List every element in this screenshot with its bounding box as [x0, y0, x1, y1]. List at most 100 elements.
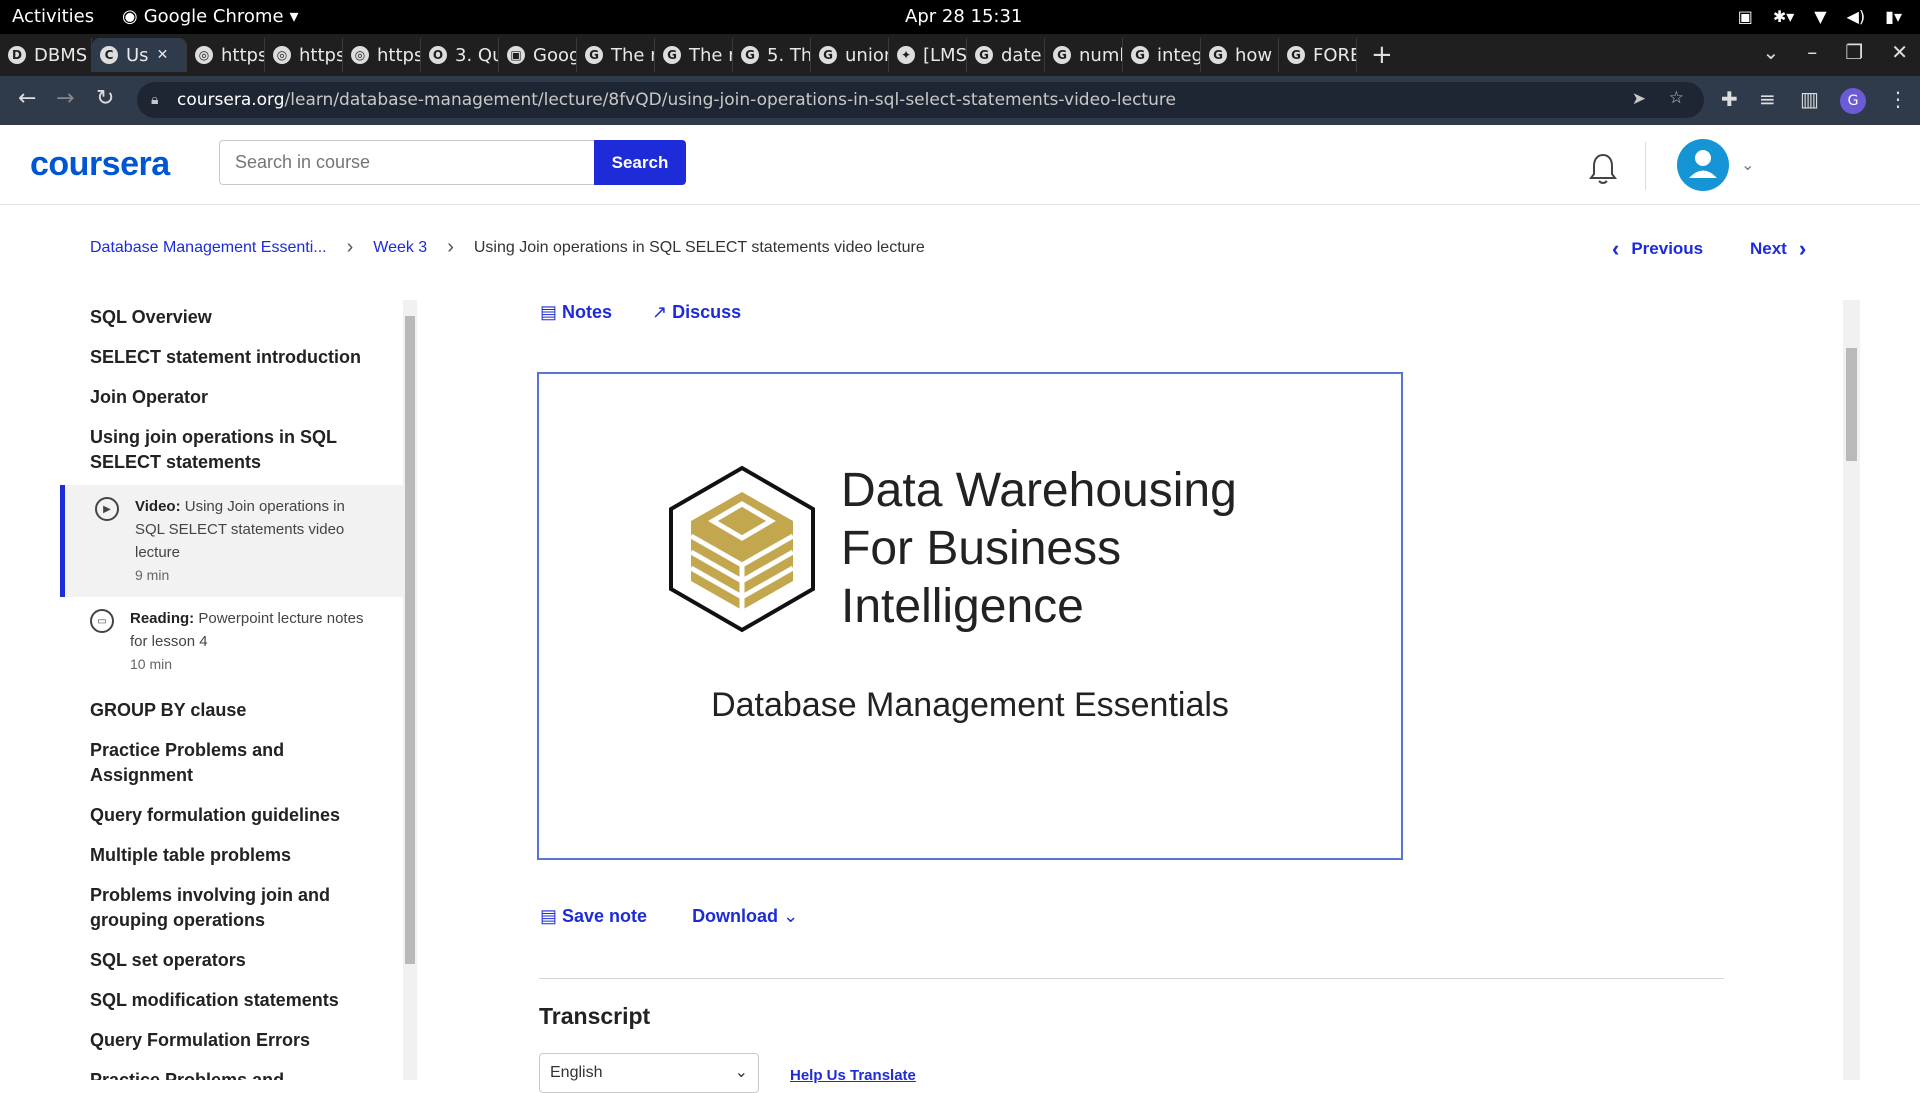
warehouse-logo-icon	[669, 465, 815, 633]
extensions-icon[interactable]: ✚	[1721, 87, 1738, 111]
video-title-line: Data Warehousing	[841, 464, 1237, 517]
chevron-right-icon: ›	[447, 236, 454, 258]
tab-favicon-icon: ✦	[897, 46, 915, 64]
tab-favicon-icon: G	[663, 46, 681, 64]
next-button[interactable]: Next ›	[1750, 236, 1806, 262]
sidebar-item-sql-overview[interactable]: SQL Overview	[60, 305, 403, 330]
search-input[interactable]	[219, 140, 594, 185]
breadcrumb-week[interactable]: Week 3	[373, 239, 427, 257]
tab-favicon-icon: D	[8, 46, 26, 64]
accessibility-icon[interactable]: ✱▾	[1773, 7, 1794, 26]
close-window-icon[interactable]: ✕	[1891, 40, 1908, 64]
sidebar-item-formulation-errors[interactable]: Query Formulation Errors	[60, 1028, 403, 1053]
user-avatar[interactable]	[1677, 139, 1729, 191]
tab-favicon-icon: G	[585, 46, 603, 64]
battery-icon[interactable]: ▮▾	[1885, 7, 1902, 26]
address-bar[interactable]: 🔒︎ coursera.org/learn/database-managemen…	[137, 82, 1704, 118]
chevron-right-icon: ›	[346, 236, 354, 258]
scrollbar-thumb[interactable]	[1846, 348, 1857, 461]
lock-icon[interactable]: 🔒︎	[151, 92, 158, 108]
side-panel-icon[interactable]: ▥	[1800, 87, 1819, 111]
profile-avatar[interactable]: G	[1840, 88, 1866, 114]
language-select[interactable]: English ⌄	[539, 1053, 759, 1093]
tab-label: date	[1001, 44, 1042, 66]
page-scrollbar[interactable]	[1843, 300, 1860, 1080]
activities-button[interactable]: Activities	[12, 6, 94, 27]
browser-tab[interactable]: C Us ✕	[92, 38, 187, 72]
previous-button[interactable]: ‹ Previous	[1612, 236, 1703, 262]
sidebar-item-modification[interactable]: SQL modification statements	[60, 988, 403, 1013]
video-player[interactable]: Data Warehousing For Business Intelligen…	[537, 372, 1403, 860]
sidebar-item-join-grouping[interactable]: Problems involving join and grouping ope…	[60, 883, 350, 933]
search-button[interactable]: Search	[594, 140, 686, 185]
browser-tab[interactable]: G 5. The	[733, 38, 811, 72]
browser-tab[interactable]: ◎ https	[187, 38, 265, 72]
browser-tab[interactable]: ◎ https	[343, 38, 421, 72]
chrome-menu-icon[interactable]: ⋮	[1888, 87, 1908, 111]
tab-label: numb	[1079, 44, 1122, 66]
sidebar-scrollbar[interactable]	[403, 300, 417, 1080]
browser-tab[interactable]: Gdate	[967, 38, 1045, 72]
close-tab-icon[interactable]: ✕	[157, 47, 169, 63]
browser-tab[interactable]: G The n	[655, 38, 733, 72]
download-button[interactable]: Download ⌄	[692, 906, 798, 927]
wifi-icon[interactable]: ▼	[1814, 7, 1826, 26]
volume-icon[interactable]: ◀)	[1847, 7, 1866, 26]
sidebar-item-practice-2[interactable]: Practice Problems and	[60, 1068, 403, 1080]
discuss-button[interactable]: ↗ Discuss	[652, 302, 741, 323]
coursera-logo[interactable]: coursera	[30, 145, 170, 184]
sidebar-item-multiple-table[interactable]: Multiple table problems	[60, 843, 403, 868]
browser-tab[interactable]: G FORE	[1279, 38, 1357, 72]
sidebar-item-query-guidelines[interactable]: Query formulation guidelines	[60, 803, 403, 828]
sidebar-item-join-operator[interactable]: Join Operator	[60, 385, 403, 410]
browser-tab[interactable]: Gnumb	[1045, 38, 1123, 72]
reading-list-icon[interactable]: ≡	[1759, 87, 1776, 111]
app-name: Google Chrome	[143, 6, 284, 27]
browser-tab[interactable]: ▣ Goog	[499, 38, 577, 72]
tab-favicon-icon: G	[819, 46, 837, 64]
bell-icon[interactable]	[1588, 152, 1618, 186]
browser-tab[interactable]: Gunion	[811, 38, 889, 72]
tab-label: [LMS-	[923, 44, 967, 66]
notification-icon[interactable]: ▣	[1738, 7, 1753, 26]
new-tab-icon[interactable]: +	[1371, 40, 1393, 70]
forward-icon[interactable]: →	[56, 86, 74, 111]
browser-tab[interactable]: G The n	[577, 38, 655, 72]
browser-tab[interactable]: D DBMS	[0, 38, 92, 72]
lesson-video[interactable]: ▶ Video: Using Join operations in SQL SE…	[60, 485, 403, 597]
app-menu[interactable]: ◉ Google Chrome ▾	[122, 6, 299, 27]
sidebar-item-select-intro[interactable]: SELECT statement introduction	[60, 345, 403, 370]
browser-tab[interactable]: Ginteg	[1123, 38, 1201, 72]
browser-tab[interactable]: ◎ https	[265, 38, 343, 72]
sidebar-item-practice[interactable]: Practice Problems and Assignment	[60, 738, 300, 788]
notes-button[interactable]: ▤ Notes	[540, 302, 612, 323]
lesson-duration: 10 min	[130, 656, 173, 672]
sidebar-item-using-join[interactable]: Using join operations in SQL SELECT stat…	[60, 425, 360, 475]
save-note-button[interactable]: ▤ Save note	[540, 906, 647, 927]
browser-tab[interactable]: Ghow t	[1201, 38, 1279, 72]
restore-icon[interactable]: ❐	[1845, 40, 1863, 64]
back-icon[interactable]: ←	[18, 86, 36, 111]
sidebar-item-set-operators[interactable]: SQL set operators	[60, 948, 403, 973]
scrollbar-thumb[interactable]	[405, 316, 415, 964]
browser-tab[interactable]: O 3. Qu	[421, 38, 499, 72]
sidebar-item-group-by[interactable]: GROUP BY clause	[60, 698, 403, 723]
breadcrumb-course[interactable]: Database Management Essenti...	[90, 239, 327, 257]
minimize-icon[interactable]: –	[1807, 40, 1817, 64]
chevron-down-icon[interactable]: ⌄	[1741, 155, 1754, 174]
tab-strip: D DBMS C Us ✕ ◎ https ◎ https ◎ https O 3. Qu ▣ Goog G T…	[0, 34, 1920, 76]
help-translate-link[interactable]: Help Us Translate	[790, 1067, 916, 1084]
browser-tab[interactable]: ✦ [LMS-	[889, 38, 967, 72]
tab-favicon-icon: ◎	[351, 46, 369, 64]
lesson-reading[interactable]: ▭ Reading: Powerpoint lecture notes for …	[60, 597, 403, 686]
send-icon[interactable]: ➤	[1632, 89, 1646, 109]
transcript-heading: Transcript	[539, 1003, 651, 1029]
tab-favicon-icon: G	[1287, 46, 1305, 64]
reload-icon[interactable]: ↻	[96, 86, 114, 111]
system-tray[interactable]: ▣ ✱▾ ▼ ◀) ▮▾	[1738, 7, 1902, 26]
tab-label: union	[845, 44, 888, 66]
clock[interactable]: Apr 28 15:31	[905, 6, 1022, 27]
tab-search-icon[interactable]: ⌄	[1763, 40, 1780, 64]
save-note-label: Save note	[562, 906, 648, 926]
bookmark-star-icon[interactable]: ☆	[1669, 88, 1684, 108]
